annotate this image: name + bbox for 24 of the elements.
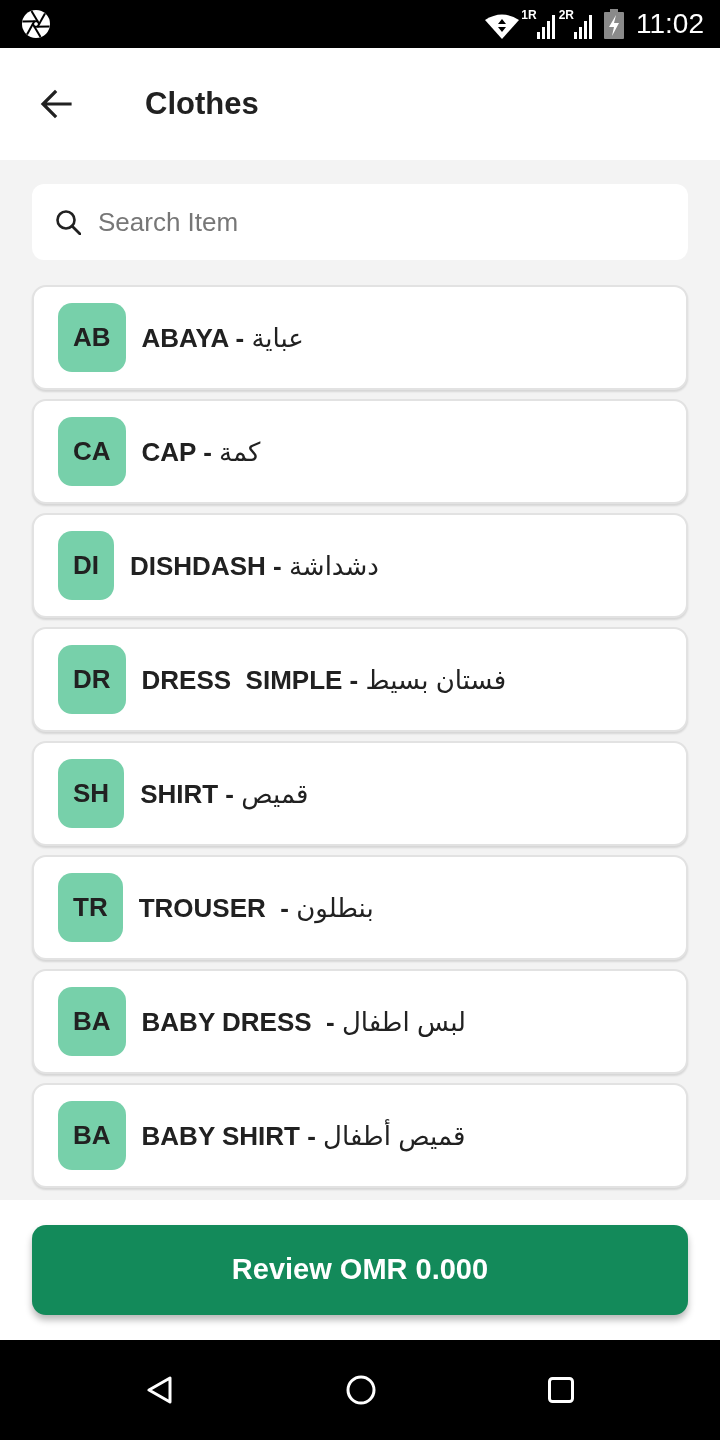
- review-button[interactable]: Review OMR 0.000: [32, 1225, 688, 1315]
- recents-icon[interactable]: [548, 1377, 574, 1403]
- battery-icon: [604, 9, 624, 39]
- initials-avatar: CA: [58, 417, 126, 486]
- clock-time: 11:02: [636, 8, 704, 40]
- initials-avatar: TR: [58, 873, 123, 942]
- wifi-icon: [485, 13, 520, 39]
- back-arrow-icon[interactable]: [40, 89, 72, 119]
- initials-avatar: DR: [58, 645, 126, 714]
- search-icon: [56, 210, 81, 235]
- initials-avatar: BA: [58, 987, 126, 1056]
- signal-icon: [574, 13, 592, 39]
- initials-avatar: DI: [58, 531, 114, 600]
- sim-label: 2R: [558, 9, 574, 21]
- screen-title: Clothes: [145, 85, 259, 123]
- search-field[interactable]: Search Item: [32, 184, 688, 260]
- aperture-icon: [22, 10, 50, 38]
- initials-avatar: AB: [58, 303, 126, 372]
- signal-icon: [536, 13, 555, 39]
- initials-avatar: SH: [58, 759, 125, 828]
- sim-label: 1R: [521, 9, 537, 21]
- back-icon[interactable]: [146, 1376, 173, 1404]
- initials-avatar: BA: [58, 1101, 126, 1170]
- home-icon[interactable]: [345, 1375, 376, 1405]
